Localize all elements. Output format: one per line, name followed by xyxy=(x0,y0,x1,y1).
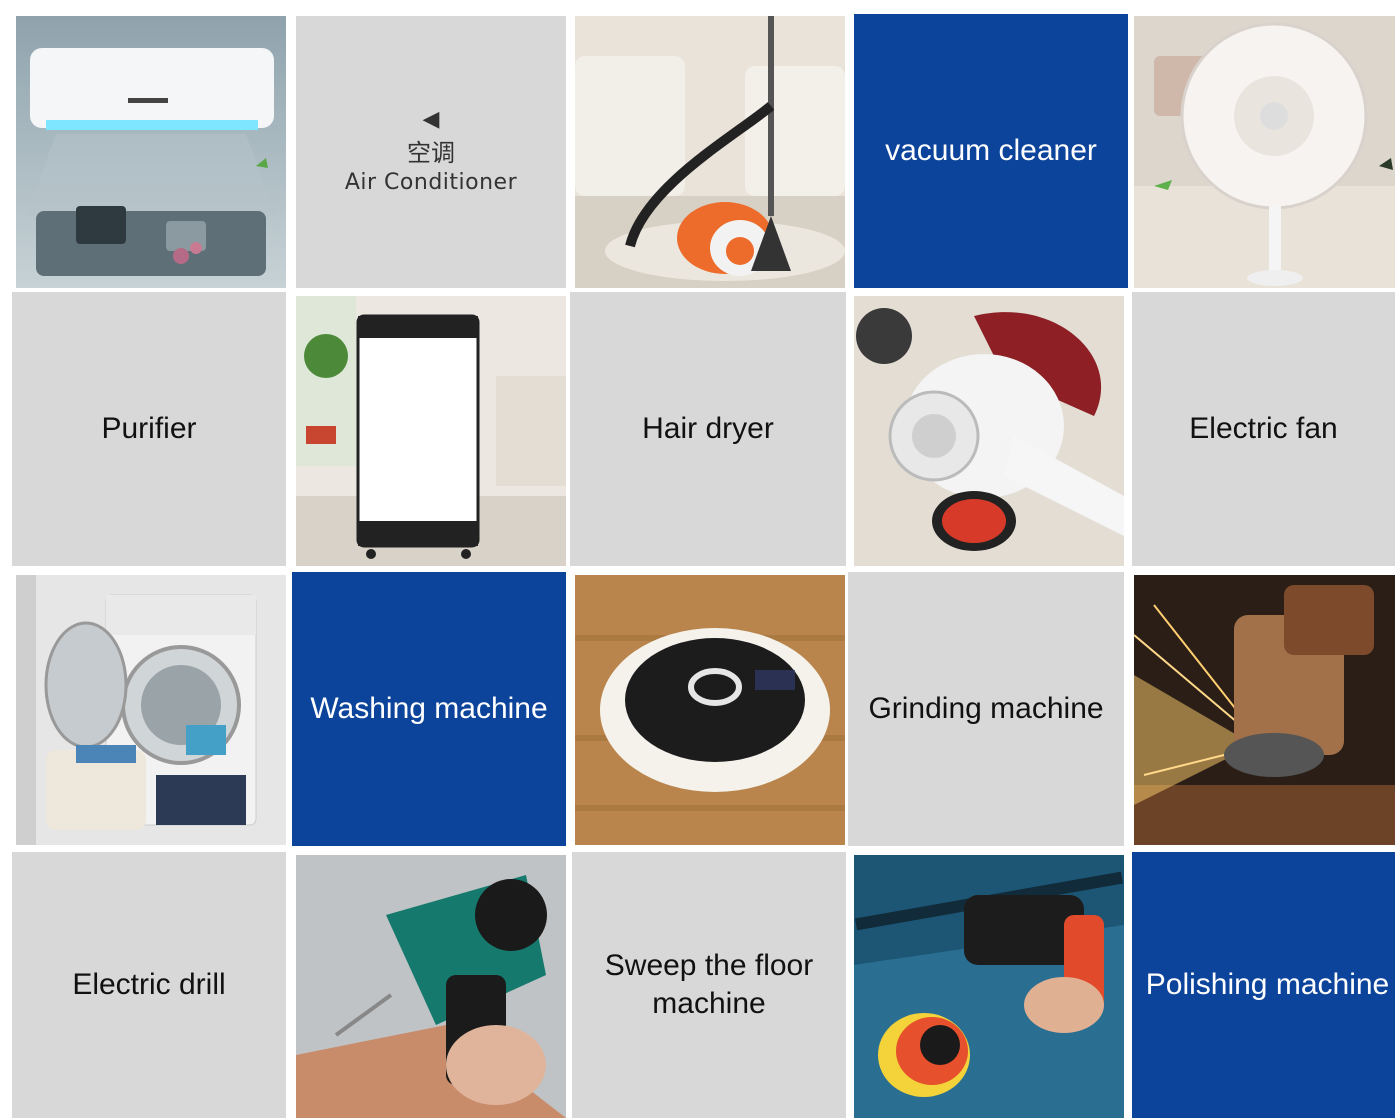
polishing-machine-tile[interactable]: Polishing machine xyxy=(1132,852,1395,1118)
purifier-photo xyxy=(296,296,566,566)
air-conditioner-nav-tile[interactable]: ◀ 空调 Air Conditioner xyxy=(296,16,566,288)
grinding-machine-tile[interactable]: Grinding machine xyxy=(848,572,1124,846)
electric-drill-tile[interactable]: Electric drill xyxy=(12,852,286,1118)
purifier-label: Purifier xyxy=(101,412,197,445)
grinding-machine-label: Grinding machine xyxy=(868,692,1104,725)
air-conditioner-nav: ◀ 空调 Air Conditioner xyxy=(345,106,517,198)
sweeping-robot-photo xyxy=(575,575,845,845)
electric-drill-label: Electric drill xyxy=(72,968,226,1001)
washing-machine-photo xyxy=(16,575,286,845)
air-conditioner-photo xyxy=(16,16,286,288)
left-arrow-icon[interactable]: ◀ xyxy=(423,106,440,132)
purifier-tile[interactable]: Purifier xyxy=(12,292,286,566)
air-conditioner-label-en: Air Conditioner xyxy=(344,170,518,195)
vacuum-cleaner-tile[interactable]: vacuum cleaner xyxy=(854,14,1128,288)
polishing-machine-photo xyxy=(854,855,1124,1118)
polishing-machine-label: Polishing machine xyxy=(1145,968,1390,1001)
electric-drill-photo xyxy=(296,855,566,1118)
vacuum-cleaner-label: vacuum cleaner xyxy=(885,134,1097,167)
sweep-the-floor-machine-tile[interactable]: Sweep the floor machine xyxy=(572,852,846,1118)
washing-machine-tile[interactable]: Washing machine xyxy=(292,572,566,846)
hair-dryer-photo xyxy=(854,296,1124,566)
electric-fan-tile[interactable]: Electric fan xyxy=(1132,292,1395,566)
hair-dryer-tile[interactable]: Hair dryer xyxy=(570,292,846,566)
washing-machine-label: Washing machine xyxy=(310,692,548,725)
grinding-machine-photo xyxy=(1134,575,1395,845)
electric-fan-photo xyxy=(1134,16,1395,288)
air-conditioner-label-cn: 空调 xyxy=(406,139,455,167)
electric-fan-label: Electric fan xyxy=(1189,412,1338,445)
vacuum-cleaner-photo xyxy=(575,16,845,288)
sweep-the-floor-machine-label: Sweep the floor machine xyxy=(604,949,814,1020)
hair-dryer-label: Hair dryer xyxy=(642,412,774,445)
